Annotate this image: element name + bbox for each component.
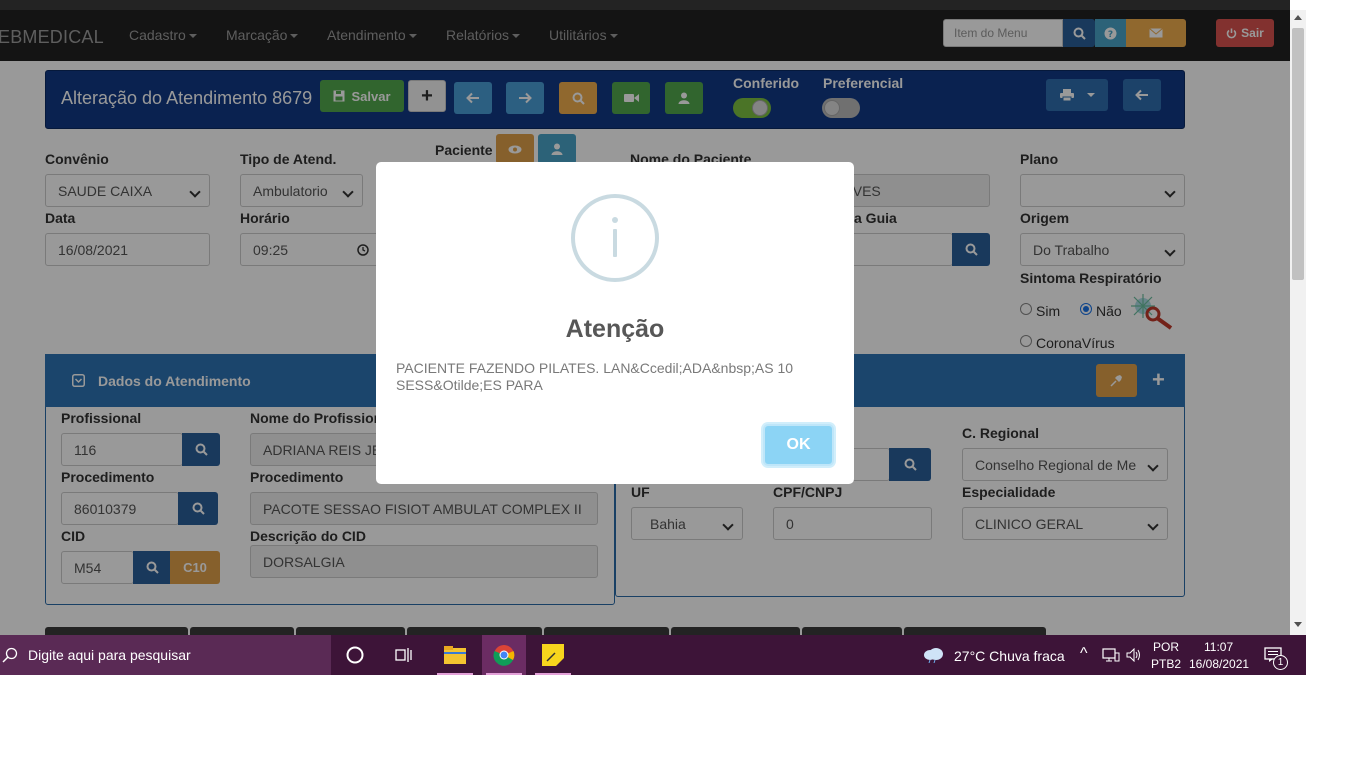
clock-time[interactable]: 11:07 bbox=[1204, 640, 1233, 654]
active-indicator bbox=[535, 673, 571, 675]
cortana-button[interactable] bbox=[333, 635, 377, 675]
alert-dialog: Atenção PACIENTE FAZENDO PILATES. LAN&Cc… bbox=[376, 162, 854, 484]
scroll-down-arrow-icon[interactable] bbox=[1294, 622, 1302, 627]
windows-taskbar: Digite aqui para pesquisar 27°C Chuva fr… bbox=[0, 635, 1306, 675]
clock-date[interactable]: 16/08/2021 bbox=[1189, 657, 1249, 671]
task-view-button[interactable] bbox=[382, 635, 426, 675]
cortana-circle-icon bbox=[346, 646, 364, 664]
sticky-note-icon bbox=[542, 644, 564, 666]
scroll-up-arrow-icon[interactable] bbox=[1294, 15, 1302, 20]
chrome-button[interactable] bbox=[482, 635, 526, 675]
ok-button[interactable]: OK bbox=[763, 424, 834, 466]
active-indicator bbox=[486, 673, 522, 675]
vertical-scrollbar[interactable] bbox=[1290, 10, 1306, 635]
browser-page: EBMEDICAL Cadastro Marcação Atendimento … bbox=[0, 0, 1290, 635]
folder-icon bbox=[444, 646, 466, 664]
chrome-icon bbox=[493, 645, 515, 666]
file-explorer-button[interactable] bbox=[433, 635, 477, 675]
search-icon bbox=[2, 647, 18, 663]
task-view-icon bbox=[395, 648, 412, 662]
dialog-message: PACIENTE FAZENDO PILATES. LAN&Ccedil;ADA… bbox=[396, 360, 794, 393]
scrollbar-thumb[interactable] bbox=[1292, 28, 1304, 280]
network-icon[interactable] bbox=[1102, 648, 1120, 662]
taskbar-search-box[interactable]: Digite aqui para pesquisar bbox=[0, 635, 331, 675]
screen: EBMEDICAL Cadastro Marcação Atendimento … bbox=[0, 0, 1366, 768]
taskbar-search-placeholder: Digite aqui para pesquisar bbox=[28, 647, 191, 663]
info-icon bbox=[571, 194, 659, 282]
dialog-title: Atenção bbox=[565, 315, 665, 343]
language-indicator[interactable]: POR bbox=[1153, 640, 1179, 654]
sticky-notes-button[interactable] bbox=[531, 635, 575, 675]
notification-count-badge: 1 bbox=[1273, 655, 1288, 670]
cloud-rain-icon bbox=[924, 648, 943, 663]
keyboard-layout[interactable]: PTB2 bbox=[1151, 657, 1181, 671]
weather-text[interactable]: 27°C Chuva fraca bbox=[954, 648, 1065, 664]
volume-icon[interactable] bbox=[1126, 648, 1142, 662]
chevron-up-icon[interactable]: ^ bbox=[1080, 645, 1088, 663]
active-indicator bbox=[437, 673, 473, 675]
